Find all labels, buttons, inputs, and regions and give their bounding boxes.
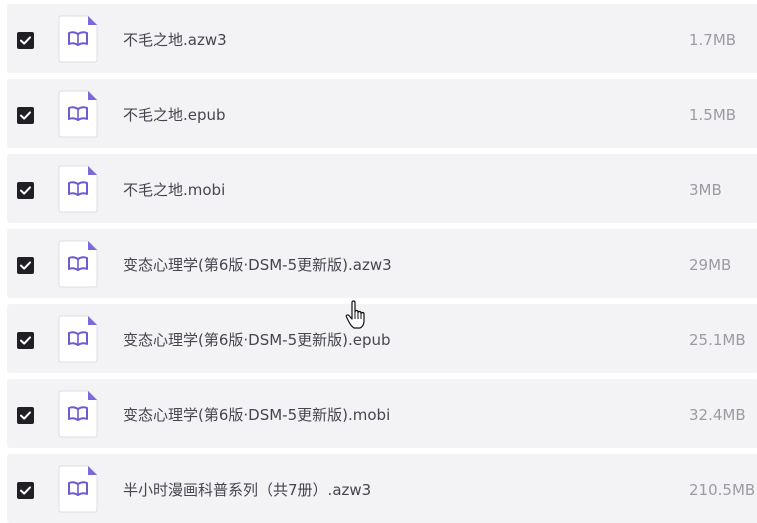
file-row[interactable]: 变态心理学(第6版·DSM-5更新版).azw3 29MB	[7, 229, 757, 298]
file-size: 29MB	[689, 256, 732, 274]
ebook-file-icon	[58, 240, 98, 288]
file-row[interactable]: 不毛之地.azw3 1.7MB	[7, 4, 757, 73]
file-row[interactable]: 不毛之地.mobi 3MB	[7, 154, 757, 223]
file-name[interactable]: 不毛之地.mobi	[123, 180, 225, 200]
checkbox-checked-icon[interactable]	[17, 107, 34, 124]
file-row[interactable]: 变态心理学(第6版·DSM-5更新版).epub 25.1MB	[7, 304, 757, 373]
checkbox-checked-icon[interactable]	[17, 482, 34, 499]
file-name[interactable]: 变态心理学(第6版·DSM-5更新版).mobi	[123, 405, 390, 425]
ebook-file-icon	[58, 315, 98, 363]
checkbox-checked-icon[interactable]	[17, 32, 34, 49]
file-list: 不毛之地.azw3 1.7MB 不毛之地.epub 1.5MB 不毛之地.mob…	[0, 0, 757, 523]
file-name[interactable]: 变态心理学(第6版·DSM-5更新版).azw3	[123, 255, 392, 275]
file-size: 25.1MB	[689, 331, 746, 349]
checkbox-checked-icon[interactable]	[17, 332, 34, 349]
file-row[interactable]: 不毛之地.epub 1.5MB	[7, 79, 757, 148]
file-size: 210.5MB	[689, 481, 756, 499]
file-name[interactable]: 不毛之地.azw3	[123, 30, 227, 50]
checkbox-checked-icon[interactable]	[17, 182, 34, 199]
file-name[interactable]: 变态心理学(第6版·DSM-5更新版).epub	[123, 330, 391, 350]
file-name[interactable]: 半小时漫画科普系列（共7册）.azw3	[123, 480, 371, 500]
file-name[interactable]: 不毛之地.epub	[123, 105, 226, 125]
file-size: 1.5MB	[689, 106, 737, 124]
file-size: 32.4MB	[689, 406, 746, 424]
hand-pointer-icon	[345, 300, 365, 329]
file-row[interactable]: 半小时漫画科普系列（共7册）.azw3 210.5MB	[7, 454, 757, 523]
ebook-file-icon	[58, 390, 98, 438]
checkbox-checked-icon[interactable]	[17, 407, 34, 424]
ebook-file-icon	[58, 90, 98, 138]
ebook-file-icon	[58, 15, 98, 63]
checkbox-checked-icon[interactable]	[17, 257, 34, 274]
file-size: 1.7MB	[689, 31, 737, 49]
file-row[interactable]: 变态心理学(第6版·DSM-5更新版).mobi 32.4MB	[7, 379, 757, 448]
ebook-file-icon	[58, 165, 98, 213]
file-size: 3MB	[689, 181, 722, 199]
ebook-file-icon	[58, 465, 98, 513]
